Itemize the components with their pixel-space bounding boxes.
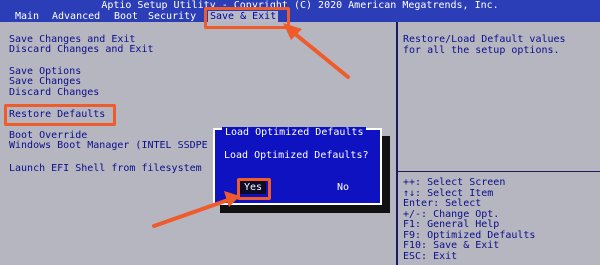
bios-screen: Aptio Setup Utility - Copyright (C) 2020… xyxy=(0,0,600,265)
annotation-arrows xyxy=(152,23,350,228)
arrow-to-save-exit-tab xyxy=(283,23,350,79)
arrow-to-yes-button xyxy=(152,191,240,228)
